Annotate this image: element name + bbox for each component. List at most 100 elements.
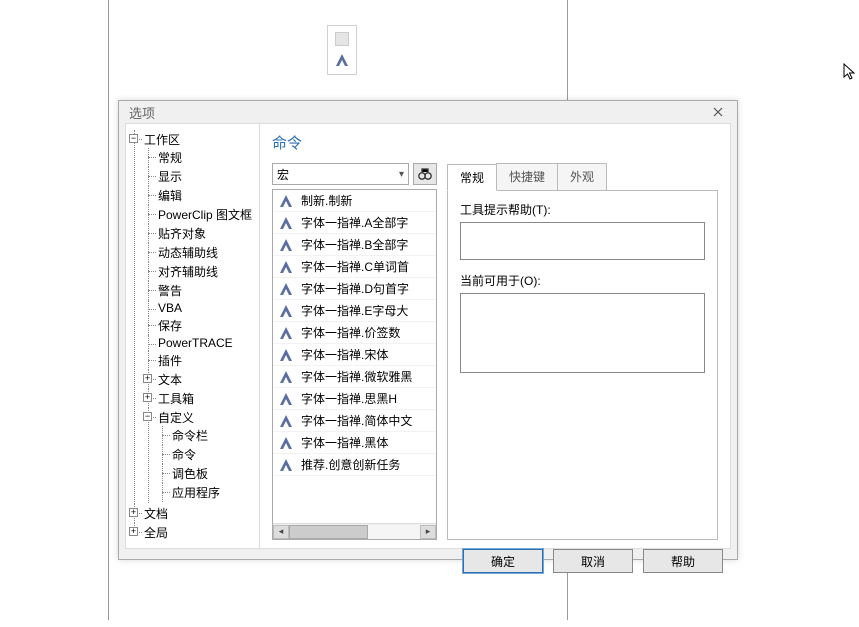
list-item-label: 字体一指禅.B全部字 [301, 236, 408, 253]
list-item[interactable]: 字体一指禅.D句首字 [273, 278, 436, 300]
list-item-label: 字体一指禅.宋体 [301, 346, 388, 363]
list-item-label: 字体一指禅.微软雅黑 [301, 368, 412, 385]
tree-item[interactable]: 贴齐对象 [144, 224, 255, 243]
dialog-footer: 确定 取消 帮助 [119, 549, 737, 573]
macro-icon [277, 412, 295, 430]
tooltip-help-label: 工具提示帮助(T): [460, 201, 705, 218]
list-item-label: 推荐.创意创新任务 [301, 456, 400, 473]
tree-item[interactable]: 命令栏 [158, 426, 255, 445]
cursor-icon [843, 63, 857, 81]
binoculars-icon [417, 167, 433, 181]
macro-icon [277, 456, 295, 474]
macro-icon [277, 192, 295, 210]
close-button[interactable] [705, 101, 731, 123]
list-item[interactable]: 字体一指禅.宋体 [273, 344, 436, 366]
macro-icon [277, 346, 295, 364]
list-item[interactable]: 字体一指禅.B全部字 [273, 234, 436, 256]
expander-icon[interactable]: + [129, 527, 138, 536]
dialog-titlebar: 选项 [119, 101, 737, 123]
expander-icon[interactable]: + [143, 393, 152, 402]
tree-item[interactable]: 对齐辅助线 [144, 262, 255, 281]
macro-icon [277, 258, 295, 276]
tree-item[interactable]: 保存 [144, 316, 255, 335]
available-for-list[interactable] [460, 293, 705, 373]
list-item-label: 字体一指禅.简体中文 [301, 412, 412, 429]
list-item[interactable]: 字体一指禅.思黑H [273, 388, 436, 410]
expander-icon[interactable]: − [129, 134, 138, 143]
tree-node-toolbox[interactable]: +工具箱 [144, 389, 255, 408]
tree-node-custom[interactable]: −自定义命令栏命令调色板应用程序 [144, 408, 255, 503]
help-button[interactable]: 帮助 [643, 549, 723, 573]
expander-icon[interactable]: + [129, 508, 138, 517]
list-item[interactable]: 推荐.创意创新任务 [273, 454, 436, 476]
list-item[interactable]: 字体一指禅.E字母大 [273, 300, 436, 322]
list-item-label: 字体一指禅.D句首字 [301, 280, 409, 297]
tree-item[interactable]: 插件 [144, 351, 255, 370]
tree-node-document[interactable]: + 文档 [130, 504, 255, 523]
scroll-thumb[interactable] [289, 525, 368, 539]
ok-button[interactable]: 确定 [463, 549, 543, 573]
tree-item[interactable]: 调色板 [158, 464, 255, 483]
combo-value: 宏 [277, 166, 289, 183]
list-item[interactable]: 字体一指禅.微软雅黑 [273, 366, 436, 388]
tree-item[interactable]: 应用程序 [158, 483, 255, 502]
list-item[interactable]: 字体一指禅.C单词首 [273, 256, 436, 278]
section-title: 命令 [272, 132, 718, 153]
available-for-label: 当前可用于(O): [460, 272, 705, 289]
list-item-label: 字体一指禅.E字母大 [301, 302, 408, 319]
tree-item[interactable]: 命令 [158, 445, 255, 464]
category-tree[interactable]: − 工作区 常规显示编辑PowerClip 图文框贴齐对象动态辅助线对齐辅助线警… [126, 124, 260, 548]
close-icon [713, 107, 723, 117]
tree-node-global[interactable]: + 全局 [130, 523, 255, 542]
tab-2[interactable]: 外观 [557, 163, 607, 190]
macro-icon [277, 214, 295, 232]
floating-toolbar [327, 25, 357, 75]
macro-icon [277, 236, 295, 254]
list-item-label: 字体一指禅.C单词首 [301, 258, 409, 275]
tree-node-workspace[interactable]: − 工作区 常规显示编辑PowerClip 图文框贴齐对象动态辅助线对齐辅助线警… [130, 130, 255, 504]
category-combo[interactable]: 宏 ▾ [272, 163, 409, 185]
macro-icon[interactable] [333, 51, 351, 69]
tree-item[interactable]: PowerClip 图文框 [144, 205, 255, 224]
macro-icon [277, 368, 295, 386]
macro-icon [277, 390, 295, 408]
list-item[interactable]: 字体一指禅.价签数 [273, 322, 436, 344]
cancel-button[interactable]: 取消 [553, 549, 633, 573]
options-dialog: 选项 − 工作区 常规显示编辑PowerClip 图文框贴齐对象动态辅助线对齐辅… [118, 100, 738, 560]
dialog-title: 选项 [129, 103, 155, 122]
tab-panel-general: 工具提示帮助(T): 当前可用于(O): [447, 190, 718, 540]
search-button[interactable] [413, 163, 437, 185]
expander-icon[interactable]: + [143, 374, 152, 383]
tooltip-help-input[interactable] [460, 222, 705, 260]
list-item-label: 字体一指禅.黑体 [301, 434, 388, 451]
macro-icon [277, 324, 295, 342]
tree-item[interactable]: PowerTRACE [144, 335, 255, 351]
horizontal-scrollbar[interactable]: ◂ ▸ [273, 523, 436, 539]
list-item[interactable]: 字体一指禅.A全部字 [273, 212, 436, 234]
list-item-label: 制新.制新 [301, 192, 352, 209]
tree-node-text[interactable]: +文本 [144, 370, 255, 389]
tree-item[interactable]: 动态辅助线 [144, 243, 255, 262]
tab-1[interactable]: 快捷键 [496, 163, 558, 190]
list-item-label: 字体一指禅.A全部字 [301, 214, 408, 231]
macro-icon [277, 280, 295, 298]
tree-item[interactable]: 警告 [144, 281, 255, 300]
tree-item[interactable]: 显示 [144, 167, 255, 186]
color-swatch[interactable] [335, 32, 349, 46]
list-item[interactable]: 制新.制新 [273, 190, 436, 212]
scroll-right-icon[interactable]: ▸ [420, 525, 436, 539]
tab-0[interactable]: 常规 [447, 164, 497, 191]
tree-item[interactable]: VBA [144, 300, 255, 316]
command-list[interactable]: 制新.制新字体一指禅.A全部字字体一指禅.B全部字字体一指禅.C单词首字体一指禅… [272, 189, 437, 540]
scroll-left-icon[interactable]: ◂ [273, 525, 289, 539]
list-item-label: 字体一指禅.思黑H [301, 390, 397, 407]
macro-icon [277, 302, 295, 320]
list-item[interactable]: 字体一指禅.简体中文 [273, 410, 436, 432]
list-item-label: 字体一指禅.价签数 [301, 324, 400, 341]
tree-item[interactable]: 编辑 [144, 186, 255, 205]
list-item[interactable]: 字体一指禅.黑体 [273, 432, 436, 454]
macro-icon [277, 434, 295, 452]
tree-item[interactable]: 常规 [144, 148, 255, 167]
expander-icon[interactable]: − [143, 412, 152, 421]
chevron-down-icon: ▾ [399, 169, 404, 180]
